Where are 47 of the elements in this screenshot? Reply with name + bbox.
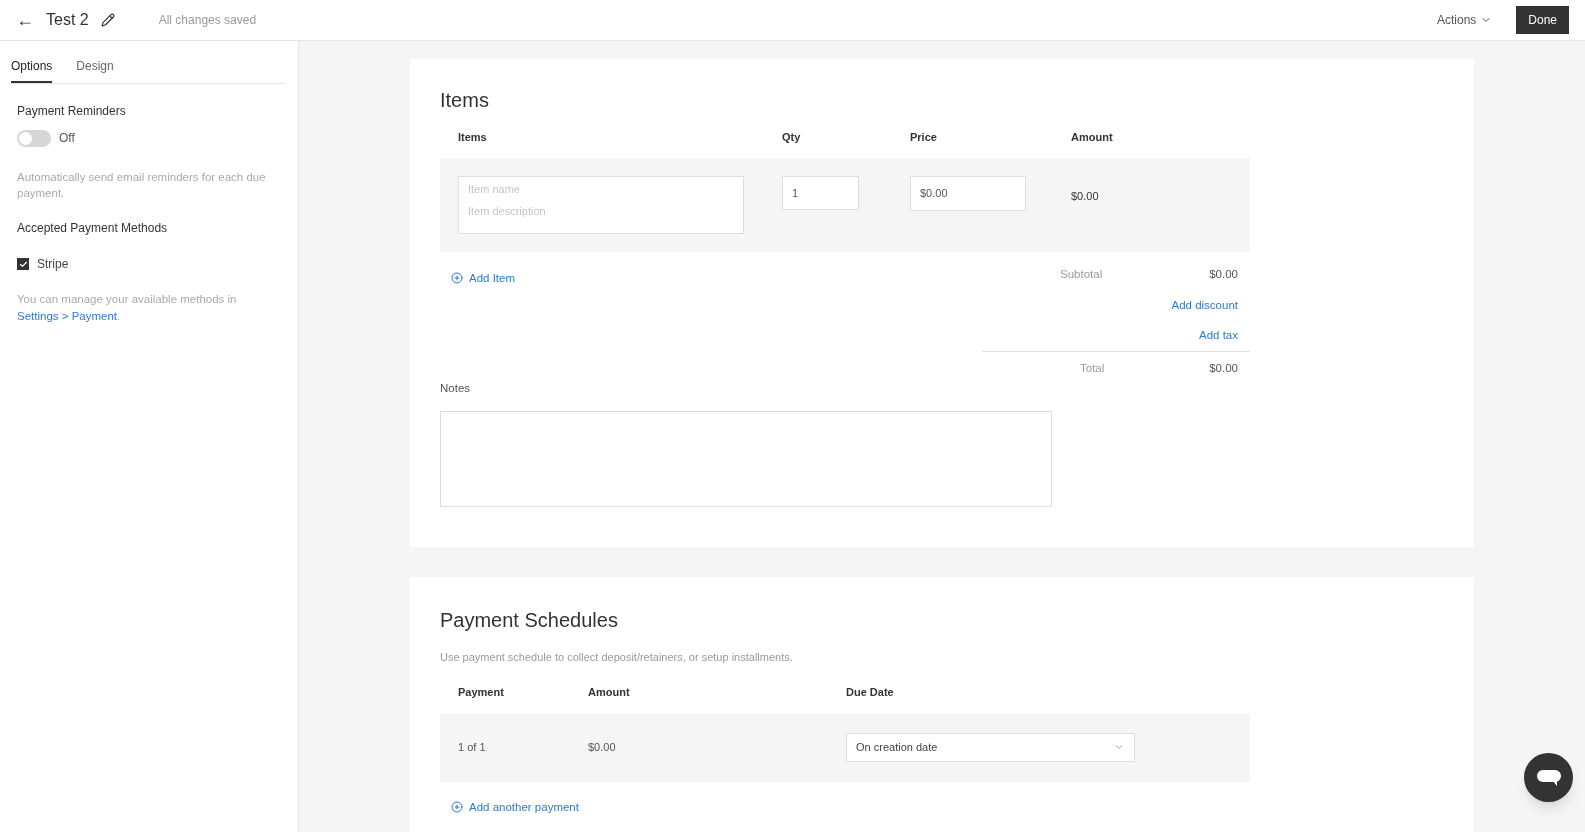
due-date-select[interactable]: On creation date (846, 732, 1135, 762)
checkbox[interactable] (17, 258, 29, 270)
column-header: Amount (588, 685, 631, 701)
chat-bubble-icon (1536, 769, 1561, 786)
plus-circle-icon (451, 272, 463, 285)
methods-hint: You can manage your available methods in Settings > Payment. (17, 292, 238, 324)
toggle-switch[interactable] (17, 129, 51, 147)
back-arrow[interactable]: ← (16, 6, 34, 34)
notes-label: Notes (440, 380, 472, 396)
column-header: Price (910, 130, 938, 145)
subtotal-value: $0.00 (1209, 266, 1238, 282)
reminder-hint: Automatically send email reminders for each due payment. (17, 170, 267, 201)
toggle-label: Off (59, 130, 75, 147)
section-heading: Payment Schedules (440, 607, 619, 633)
section-title: Accepted Payment Methods (17, 220, 169, 237)
sidebar-tab[interactable]: Options (11, 57, 53, 83)
add-discount-link[interactable]: Add discount (1171, 296, 1238, 314)
checkbox-label: Stripe (37, 256, 69, 273)
save-status: All changes saved (158, 12, 257, 29)
edit-icon[interactable] (100, 13, 115, 27)
total-label: Total (1080, 361, 1105, 377)
column-header: Due Date (846, 685, 895, 701)
column-header: Amount (1071, 130, 1114, 145)
amount-value: $0.00 (1071, 188, 1100, 204)
payment-amount: $0.00 (588, 740, 617, 755)
column-header: Items (458, 130, 488, 145)
price-field[interactable]: $0.00 (910, 175, 1026, 211)
subtotal-label: Subtotal (1060, 266, 1103, 282)
add-tax-link[interactable]: Add tax (1199, 327, 1238, 345)
plus-circle-icon (451, 801, 463, 814)
payment-number: 1 of 1 (458, 740, 487, 755)
document-title: Test 2 (46, 10, 89, 30)
section-heading: Items (440, 88, 490, 113)
schedules-hint: Use payment schedule to collect deposit/retainers, or setup installments. (440, 649, 794, 665)
section-title: Payment Reminders (17, 103, 127, 120)
column-header: Payment (458, 685, 505, 701)
notes-field[interactable] (440, 410, 1052, 507)
item-name-field[interactable]: Item name (468, 182, 734, 197)
sidebar-tab[interactable]: Design (76, 57, 114, 83)
add-payment-link[interactable]: Add another payment (451, 798, 579, 816)
add-item-link[interactable]: Add Item (451, 269, 516, 287)
item-description-field[interactable]: Item description (468, 204, 734, 219)
done-button[interactable]: Done (1516, 6, 1569, 34)
column-header: Qty (782, 130, 802, 145)
total-value: $0.00 (1209, 361, 1238, 377)
actions-menu[interactable]: Actions (1436, 11, 1493, 29)
quantity-field[interactable]: 1 (782, 175, 859, 210)
